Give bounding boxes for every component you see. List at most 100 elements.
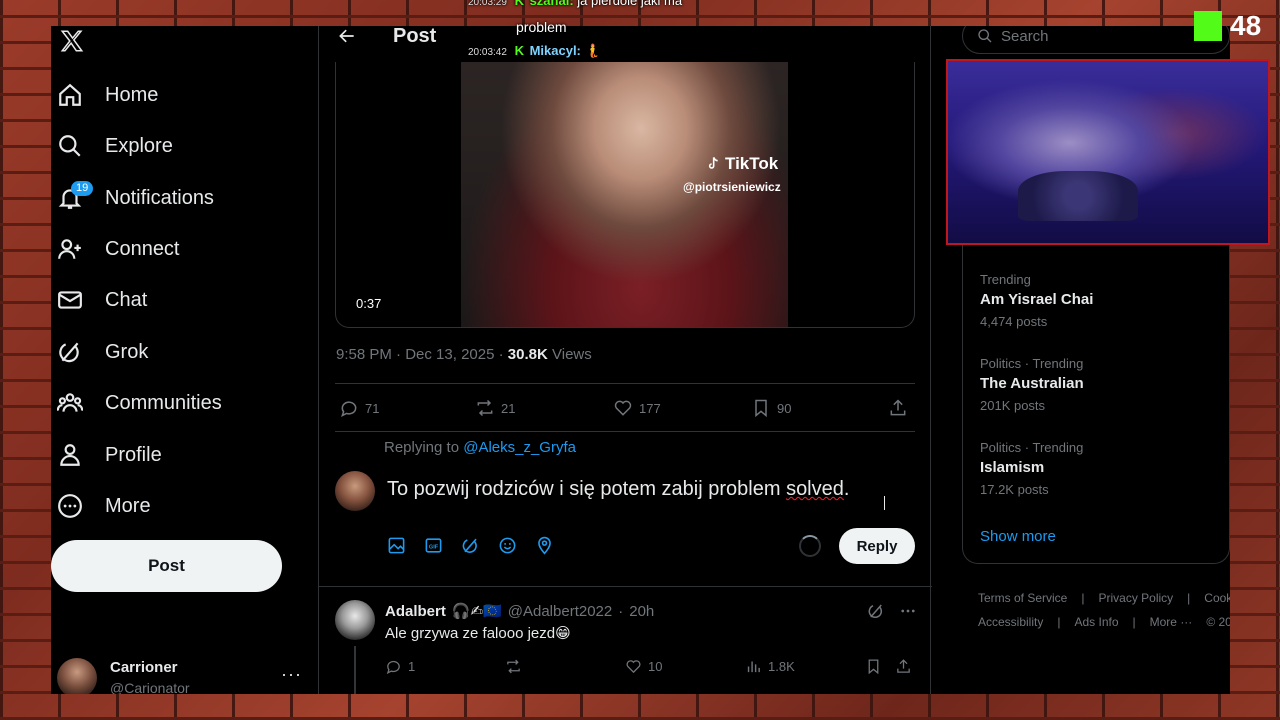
footer-link[interactable]: More ··· (1150, 615, 1193, 629)
post-timestamp: 9:58 PM · Dec 13, 2025 · 30.8K Views (336, 346, 592, 363)
reply-author-name[interactable]: Adalbert (385, 603, 446, 620)
search-input[interactable]: Search (962, 26, 1230, 54)
more-dots-icon[interactable]: ··· (281, 664, 302, 685)
more-dots-icon[interactable] (899, 602, 917, 620)
views-action[interactable]: 1.8K (745, 658, 795, 675)
video-duration: 0:37 (356, 296, 382, 311)
bookmark-action[interactable] (865, 658, 882, 675)
tiktok-icon (708, 157, 718, 169)
like-count: 177 (639, 400, 661, 416)
trend-category: Politics · Trending (980, 440, 1084, 455)
media-icon[interactable] (387, 536, 406, 555)
reply-compose-input[interactable]: To pozwij rodziców i się potem zabij pro… (387, 478, 849, 501)
comment-icon (341, 401, 357, 417)
trend-name: Islamism (980, 459, 1045, 476)
mail-icon (58, 291, 82, 309)
reply-time[interactable]: 20h (629, 603, 654, 620)
gif-icon[interactable]: GIF (424, 536, 443, 555)
repost-action[interactable]: 21 (475, 398, 515, 418)
reply-action-bar: 1 10 1.8K (385, 658, 915, 678)
trend-category: Trending (980, 272, 1031, 287)
reply-button[interactable]: Reply (839, 528, 915, 564)
like-action[interactable]: 177 (613, 398, 661, 418)
sidebar-item-explore[interactable]: Explore (57, 126, 173, 166)
notification-badge: 19 (71, 181, 94, 196)
footer-link[interactable]: Cookie Po (1204, 591, 1230, 605)
avatar[interactable] (335, 600, 375, 640)
reply-author-handle[interactable]: @Adalbert2022 (508, 603, 612, 620)
home-icon (59, 83, 81, 106)
share-action[interactable] (895, 658, 912, 675)
tiktok-handle: @piotrsieniewicz (683, 180, 781, 194)
show-more-link[interactable]: Show more (980, 528, 1056, 545)
replying-to: Replying to @Aleks_z_Gryfa (384, 439, 576, 456)
sidebar-item-label: Profile (105, 443, 162, 466)
replying-to-link[interactable]: @Aleks_z_Gryfa (463, 439, 576, 456)
repost-action[interactable] (505, 658, 522, 675)
add-person-icon (58, 239, 81, 259)
search-icon (59, 135, 81, 157)
footer-link[interactable]: Privacy Policy (1098, 591, 1173, 605)
trend-item[interactable]: Politics · Trending The Australian 201K … (980, 356, 1084, 413)
divider (335, 383, 915, 384)
text-cursor (884, 496, 888, 510)
reply-action[interactable]: 71 (339, 398, 379, 418)
chat-message: 20:03:29 K szanai: ja pierdole jaki ma (468, 0, 682, 8)
avatar (57, 658, 97, 694)
sidebar-item-label: Connect (105, 237, 180, 260)
grok-icon[interactable] (867, 602, 885, 620)
footer-link[interactable]: Accessibility (978, 615, 1043, 629)
like-action[interactable]: 10 (625, 658, 662, 675)
post-button[interactable]: Post (51, 540, 282, 592)
share-action[interactable] (888, 398, 908, 418)
sidebar-item-notifications[interactable]: 19 Notifications (57, 178, 214, 218)
video-player[interactable]: TikTok @piotrsieniewicz 0:37 (335, 62, 915, 328)
sidebar-item-communities[interactable]: Communities (57, 383, 222, 423)
grok-icon (59, 342, 79, 363)
account-switcher[interactable]: Carrioner @Carionator ··· (57, 656, 302, 694)
footer-link[interactable]: Ads Info (1074, 615, 1118, 629)
tiktok-watermark: TikTok (705, 154, 778, 174)
footer-links: Terms of Service | Privacy Policy | Cookie P… (978, 586, 1230, 634)
trend-item[interactable]: Politics · Trending Islamism 17.2K posts (980, 440, 1083, 497)
reply-header: Adalbert 🎧✍🇪🇺 @Adalbert2022 · 20h (385, 602, 655, 621)
viewer-count: 48 (1230, 10, 1262, 41)
heart-icon (614, 400, 632, 416)
bookmark-action[interactable]: 90 (751, 398, 791, 418)
left-sidebar: Home Explore 19 Notifications Connect Ch… (51, 26, 318, 694)
communities-icon (57, 393, 83, 412)
webcam-scene (1018, 171, 1138, 221)
trend-name: Am Yisrael Chai (980, 291, 1094, 308)
replying-prefix: Replying to (384, 439, 460, 456)
svg-text:GIF: GIF (429, 544, 439, 550)
reply-action[interactable]: 1 (385, 658, 415, 675)
kick-logo-icon (1194, 11, 1222, 41)
sidebar-item-profile[interactable]: Profile (57, 435, 162, 475)
sidebar-item-more[interactable]: More (57, 486, 151, 526)
tiktok-brand: TikTok (725, 154, 779, 173)
reply-count: 71 (365, 400, 380, 416)
trends-panel: Trending Am Yisrael Chai 4,474 posts Pol… (962, 226, 1230, 564)
trend-item[interactable]: Trending Am Yisrael Chai 4,474 posts (980, 272, 1093, 329)
back-arrow-icon[interactable] (337, 26, 357, 46)
location-icon[interactable] (535, 536, 554, 555)
footer-separator: | (1132, 615, 1136, 629)
reply-count: 1 (408, 659, 416, 674)
post-time: 9:58 PM (336, 346, 392, 363)
grok-icon[interactable] (461, 536, 480, 555)
footer-link[interactable]: Terms of Service (978, 591, 1067, 605)
comment-icon (386, 660, 400, 675)
sidebar-item-chat[interactable]: Chat (57, 280, 147, 320)
sidebar-item-connect[interactable]: Connect (57, 229, 180, 269)
emoji-icon[interactable] (498, 536, 517, 555)
sidebar-item-grok[interactable]: Grok (57, 332, 148, 372)
search-icon (978, 29, 992, 43)
x-logo-icon[interactable] (59, 28, 85, 54)
sidebar-item-home[interactable]: Home (57, 75, 158, 115)
repost-count: 21 (501, 400, 516, 416)
avatar (335, 471, 375, 511)
reply-header-actions (867, 602, 917, 620)
share-icon (890, 399, 906, 416)
footer-copyright: © 2025 (1206, 615, 1230, 629)
sidebar-item-label: Communities (105, 391, 222, 414)
